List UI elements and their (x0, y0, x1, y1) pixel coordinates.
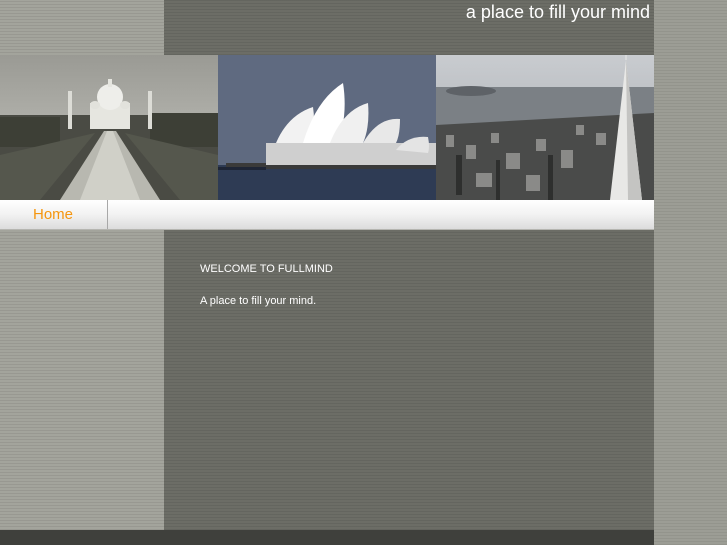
welcome-heading: WELCOME TO FULLMIND (200, 263, 333, 275)
site-tagline: a place to fill your mind (465, 2, 650, 22)
san-francisco-photo (436, 55, 654, 200)
banner (0, 55, 654, 200)
footer-bar (0, 530, 654, 545)
sydney-opera-house-photo (218, 55, 436, 200)
intro-text: A place to fill your mind. (200, 295, 317, 307)
nav-bar: Home (0, 200, 654, 230)
nav-home-link[interactable]: Home (0, 200, 108, 229)
header: a place to fill your mind (164, 0, 654, 55)
taj-mahal-photo (0, 55, 218, 200)
main-content: WELCOME TO FULLMIND A place to fill your… (164, 230, 654, 530)
